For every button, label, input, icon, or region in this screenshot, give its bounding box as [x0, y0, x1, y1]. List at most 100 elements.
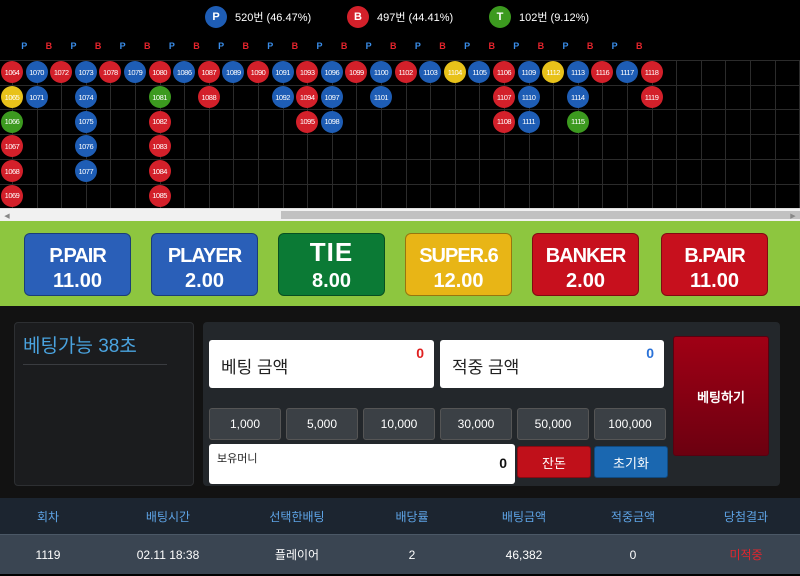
bet-option-b-pair[interactable]: B.PAIR 11.00 — [661, 233, 768, 296]
chip-100000-button[interactable]: 100,000 — [594, 408, 666, 440]
road-result-chip: 1083 — [148, 135, 171, 158]
table-header-cell: 배팅시간 — [145, 509, 191, 524]
table-cell: 1119 — [35, 547, 61, 562]
road-header-label: B — [291, 41, 299, 51]
tie-dot-icon: T — [489, 6, 511, 28]
table-cell: 02.11 18:38 — [136, 547, 200, 562]
chip-30000-button[interactable]: 30,000 — [440, 408, 512, 440]
table-header-cell: 선택한배팅 — [269, 509, 325, 524]
road-result-chip: 1093 — [296, 61, 319, 84]
road-result-chip: 1074 — [74, 86, 97, 109]
road-header-label: P — [316, 41, 323, 51]
chip-50000-button[interactable]: 50,000 — [517, 408, 589, 440]
road-result-chip: 1065 — [1, 86, 23, 109]
table-row: 1119 02.11 18:38 플레이어 2 46,382 0 미적중 — [0, 534, 800, 574]
table-cell: 2 — [408, 547, 416, 562]
bet-option-name: BANKER — [545, 245, 627, 267]
stats-bar: P 520번 (46.47%) B 497번 (44.41%) T 102번 (… — [0, 0, 800, 34]
table-cell: 46,382 — [505, 547, 543, 562]
bet-option-odds: 8.00 — [312, 270, 351, 292]
road-result-chip: 1108 — [493, 110, 515, 133]
road-header-label: B — [340, 41, 348, 51]
road-header-label: P — [365, 41, 372, 51]
reset-button[interactable]: 초기화 — [594, 446, 668, 478]
road-result-chip: 1073 — [74, 61, 97, 84]
bet-amount-label: 베팅 금액 — [221, 358, 289, 377]
road-result-chip: 1064 — [1, 61, 23, 84]
bet-amount-field[interactable]: 베팅 금액 0 — [209, 340, 434, 388]
road-grid-line — [0, 60, 800, 61]
table-header-cell: 회차 — [36, 509, 60, 524]
road-header-label: P — [414, 41, 421, 51]
road-header-label: P — [562, 41, 569, 51]
road-header-label: P — [267, 41, 274, 51]
table-header-cell: 당첨결과 — [723, 509, 769, 524]
road-result-chip: 1117 — [616, 61, 638, 84]
bet-option-player[interactable]: PLAYER 2.00 — [151, 233, 258, 296]
win-amount-label: 적중 금액 — [452, 358, 520, 377]
road-result-chip: 1098 — [320, 110, 343, 133]
betting-options: P.PAIR 11.00 PLAYER 2.00 TIE 8.00 SUPER.6 12.00… — [0, 221, 800, 306]
road-result-chip: 1111 — [517, 110, 540, 133]
road-result-chip: 1091 — [271, 61, 294, 84]
bet-option-name: PLAYER — [167, 245, 242, 267]
road-result-chip: 1114 — [566, 86, 589, 109]
road-grid-line — [0, 183, 800, 185]
road-result-chip: 1081 — [148, 86, 171, 109]
table-cell: 플레이어 — [274, 548, 320, 562]
change-button[interactable]: 잔돈 — [517, 446, 591, 478]
road-header-label: B — [390, 41, 397, 51]
road-result-chip: 1095 — [296, 110, 319, 133]
road-result-chip: 1103 — [419, 61, 442, 84]
bet-option-super-6[interactable]: SUPER.6 12.00 — [405, 233, 512, 296]
player-dot-icon: P — [205, 6, 227, 28]
road-header-label: B — [45, 41, 53, 51]
road-header-label: B — [488, 41, 495, 51]
road-result-chip: 1096 — [320, 61, 343, 84]
bet-option-banker[interactable]: BANKER 2.00 — [532, 233, 639, 296]
road-result-chip: 1116 — [591, 61, 614, 84]
road-header-label: P — [464, 41, 471, 51]
road-scrollbar[interactable]: ◀ ▶ — [0, 208, 800, 221]
road-header-label: B — [193, 41, 200, 51]
road-header-label: B — [144, 41, 151, 51]
road-result-chip: 1107 — [493, 86, 515, 109]
road-result-chip: 1101 — [370, 86, 392, 109]
wallet-label: 보유머니 — [217, 453, 258, 465]
road-result-chip: 1077 — [74, 160, 97, 183]
road-header-label: B — [439, 41, 446, 51]
scroll-thumb[interactable] — [281, 211, 800, 219]
chip-5000-button[interactable]: 5,000 — [286, 408, 358, 440]
road-result-chip: 1118 — [640, 61, 663, 84]
road-result-chip: 1112 — [542, 61, 565, 84]
tie-stat-text: 102번 (9.12%) — [519, 12, 590, 24]
bet-option-odds: 2.00 — [185, 270, 224, 292]
road-grid-line — [0, 109, 800, 111]
chip-10000-button[interactable]: 10,000 — [363, 408, 435, 440]
road-header-label: P — [119, 41, 126, 51]
road-result-chip: 1110 — [517, 86, 540, 109]
bet-option-odds: 12.00 — [433, 270, 484, 292]
win-amount-field: 적중 금액 0 — [440, 340, 664, 388]
road-result-chip: 1115 — [566, 110, 589, 133]
road-result-chip: 1088 — [197, 86, 220, 109]
table-header: 회차 배팅시간 선택한배팅 배당률 배팅금액 적중금액 당첨결과 — [0, 498, 800, 534]
bet-option-p-pair[interactable]: P.PAIR 11.00 — [24, 233, 131, 296]
road-grid-line — [0, 84, 800, 86]
road-header-label: P — [611, 41, 618, 51]
road-result-chip: 1099 — [345, 61, 368, 84]
bead-road: PBPBPBPBPBPBPBPBPBPBPBPBPB 1064 1065 1066 1… — [0, 34, 800, 208]
player-stat-text: 520번 (46.47%) — [235, 12, 312, 24]
road-result-chip: 1078 — [99, 61, 122, 84]
road-result-chip: 1086 — [173, 61, 196, 84]
road-grid-line — [0, 158, 800, 160]
road-result-chip: 1067 — [1, 135, 23, 158]
road-result-chip: 1066 — [1, 110, 23, 133]
bet-option-name: P.PAIR — [49, 245, 107, 267]
bet-option-tie[interactable]: TIE 8.00 — [278, 233, 385, 296]
place-bet-button[interactable]: 베팅하기 — [673, 336, 769, 456]
road-result-chip: 1075 — [74, 110, 97, 133]
table-header-cell: 배팅금액 — [501, 509, 547, 524]
chip-1000-button[interactable]: 1,000 — [209, 408, 281, 440]
road-result-chip: 1113 — [566, 61, 589, 84]
